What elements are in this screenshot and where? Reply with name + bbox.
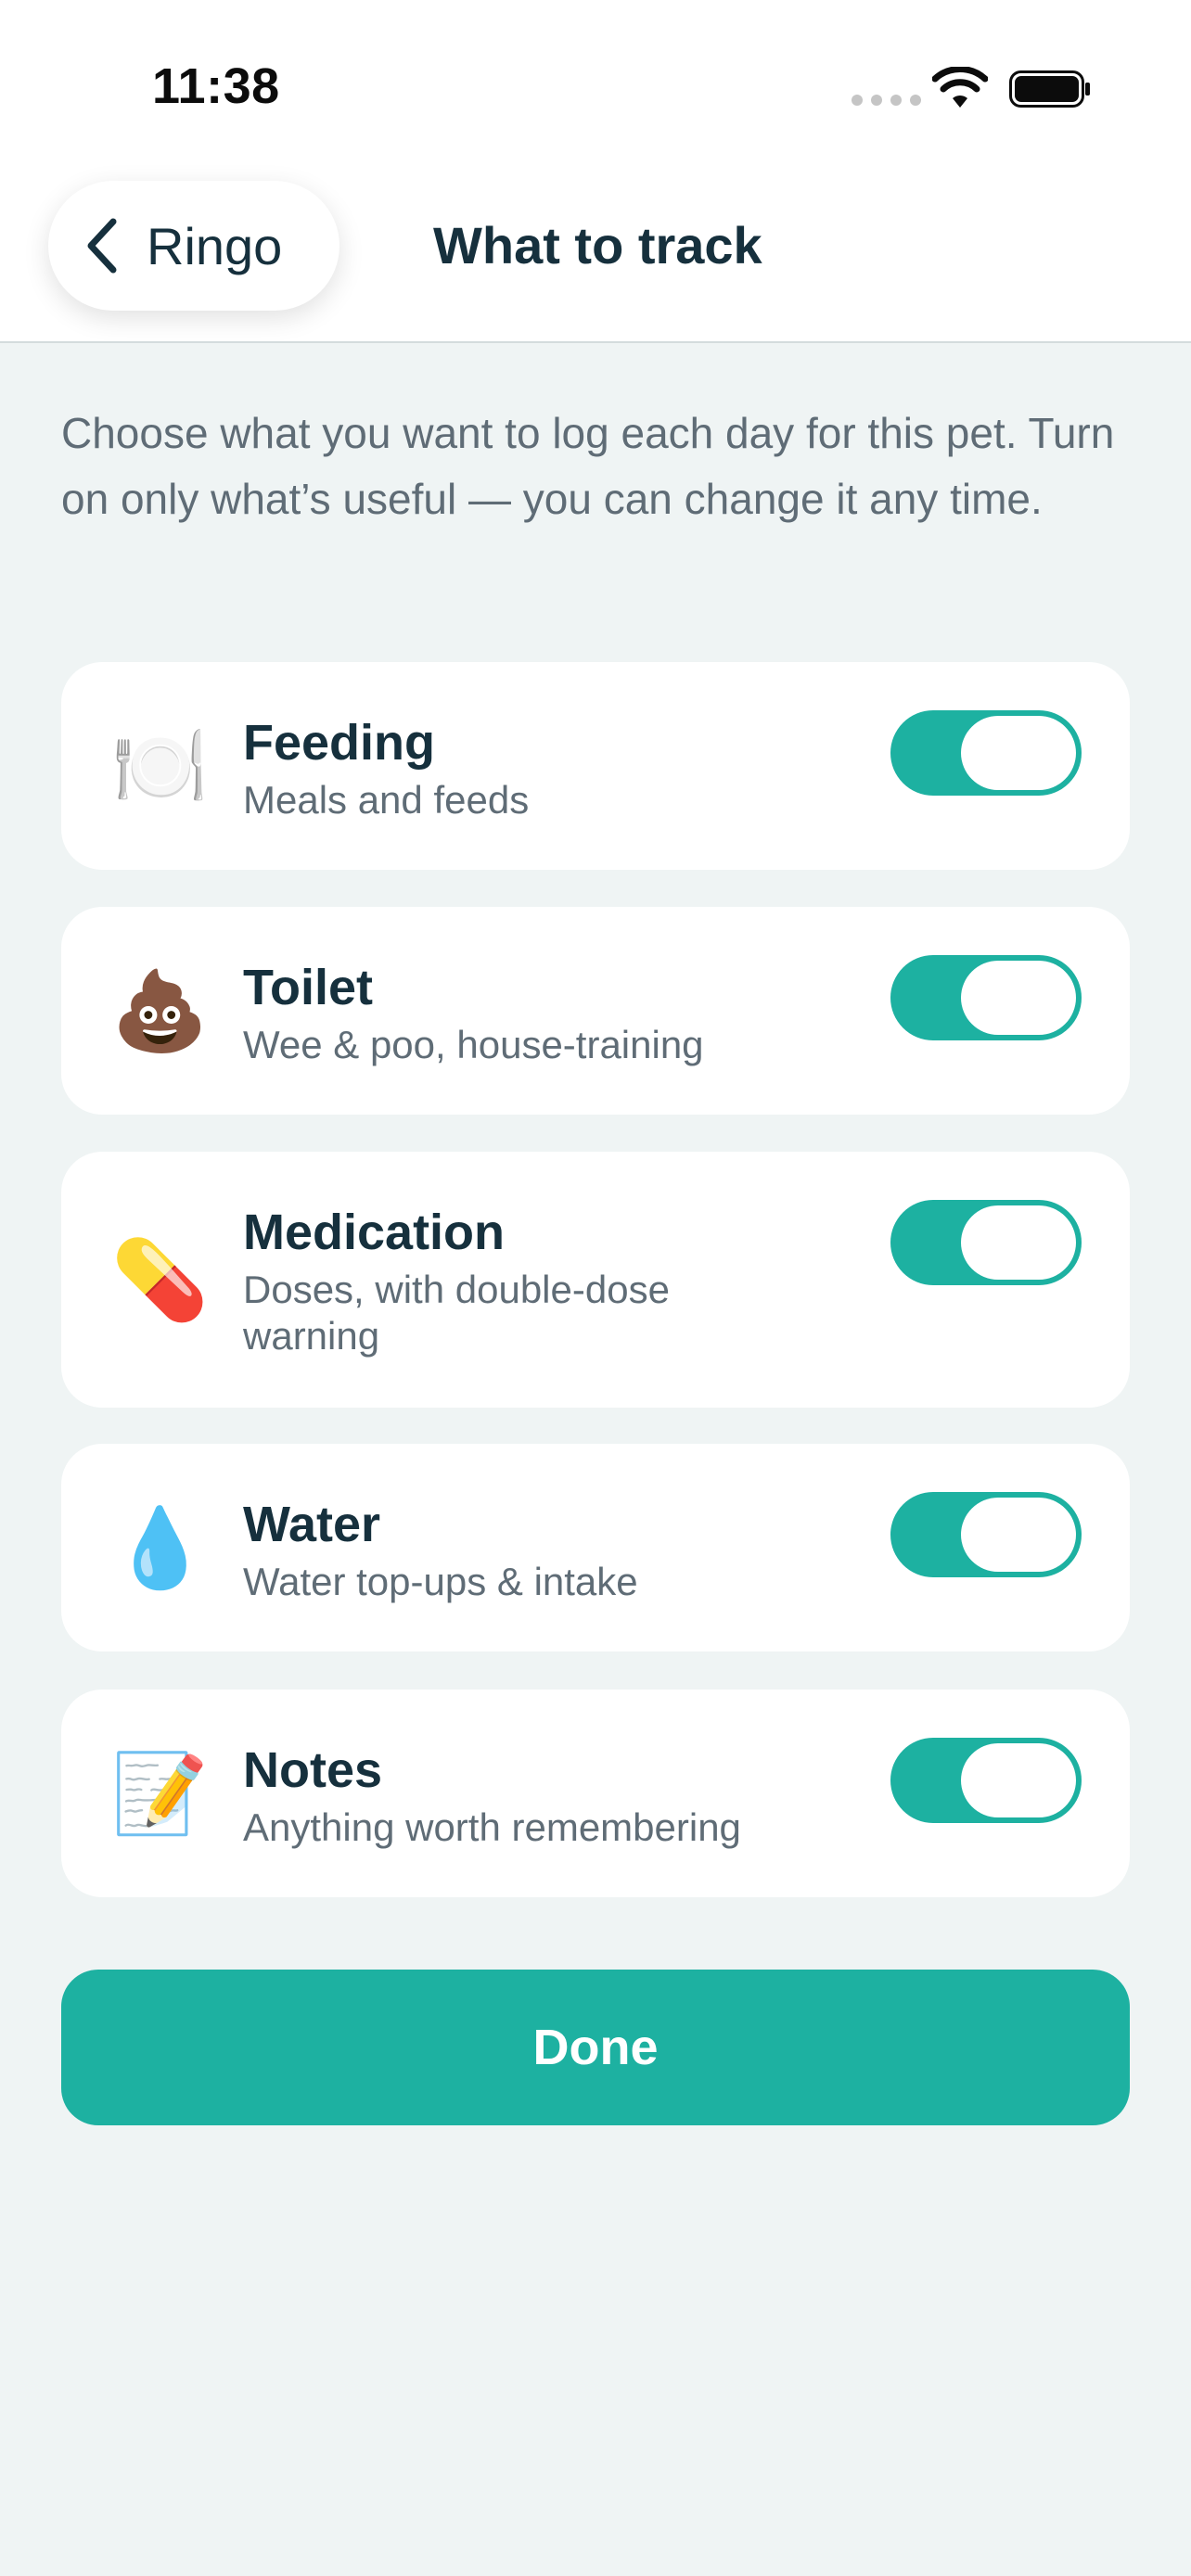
droplet-icon: 💧 (111, 1504, 209, 1591)
plate-utensils-icon: 🍽️ (111, 722, 209, 810)
toggle-knob (961, 1205, 1076, 1280)
toggle-knob (961, 1743, 1076, 1817)
toggle-knob (961, 961, 1076, 1035)
tracker-subtitle: Anything worth remembering (243, 1805, 741, 1849)
tracker-card-toilet: 💩 Toilet Wee & poo, house-training (61, 907, 1130, 1115)
status-bar: 11:38 (0, 0, 1191, 172)
tracker-subtitle: Water top-ups & intake (243, 1560, 638, 1603)
tracker-card-water: 💧 Water Water top-ups & intake (61, 1444, 1130, 1651)
tracker-subtitle: Meals and feeds (243, 778, 530, 822)
toilet-toggle[interactable] (890, 955, 1082, 1040)
toggle-knob (961, 716, 1076, 790)
feeding-toggle[interactable] (890, 710, 1082, 796)
intro-text: Choose what you want to log each day for… (61, 409, 1115, 523)
battery-icon (1009, 70, 1090, 108)
notes-toggle[interactable] (890, 1738, 1082, 1823)
medication-toggle[interactable] (890, 1200, 1082, 1285)
done-button-label: Done (532, 2020, 659, 2075)
wifi-icon (932, 67, 988, 108)
chevron-left-icon (87, 218, 117, 274)
water-toggle[interactable] (890, 1492, 1082, 1577)
cellular-signal-icon (852, 95, 921, 106)
status-time: 11:38 (152, 58, 280, 114)
memo-icon: 📝 (111, 1750, 209, 1837)
back-button[interactable]: Ringo (48, 181, 339, 311)
done-button[interactable]: Done (61, 1970, 1130, 2125)
tracker-title: Water (243, 1497, 381, 1552)
tracker-card-feeding: 🍽️ Feeding Meals and feeds (61, 662, 1130, 870)
toggle-knob (961, 1498, 1076, 1572)
back-button-label: Ringo (147, 216, 283, 275)
screen: 11:38 Ringo What to track Choose what yo… (0, 0, 1191, 2576)
tracker-card-medication: 💊 Medication Doses, with double-dose war… (61, 1152, 1130, 1408)
page-title: What to track (433, 216, 762, 274)
tracker-title: Toilet (243, 960, 373, 1015)
navigation-bar: Ringo What to track (0, 172, 1191, 343)
tracker-title: Medication (243, 1205, 506, 1260)
tracker-title: Feeding (243, 715, 436, 771)
tracker-card-notes: 📝 Notes Anything worth remembering (61, 1690, 1130, 1897)
tracker-subtitle: Doses, with double-dose warning (243, 1268, 670, 1358)
tracker-title: Notes (243, 1742, 383, 1798)
poop-icon: 💩 (111, 967, 209, 1054)
pill-icon: 💊 (111, 1236, 209, 1323)
tracker-subtitle: Wee & poo, house-training (243, 1023, 704, 1066)
